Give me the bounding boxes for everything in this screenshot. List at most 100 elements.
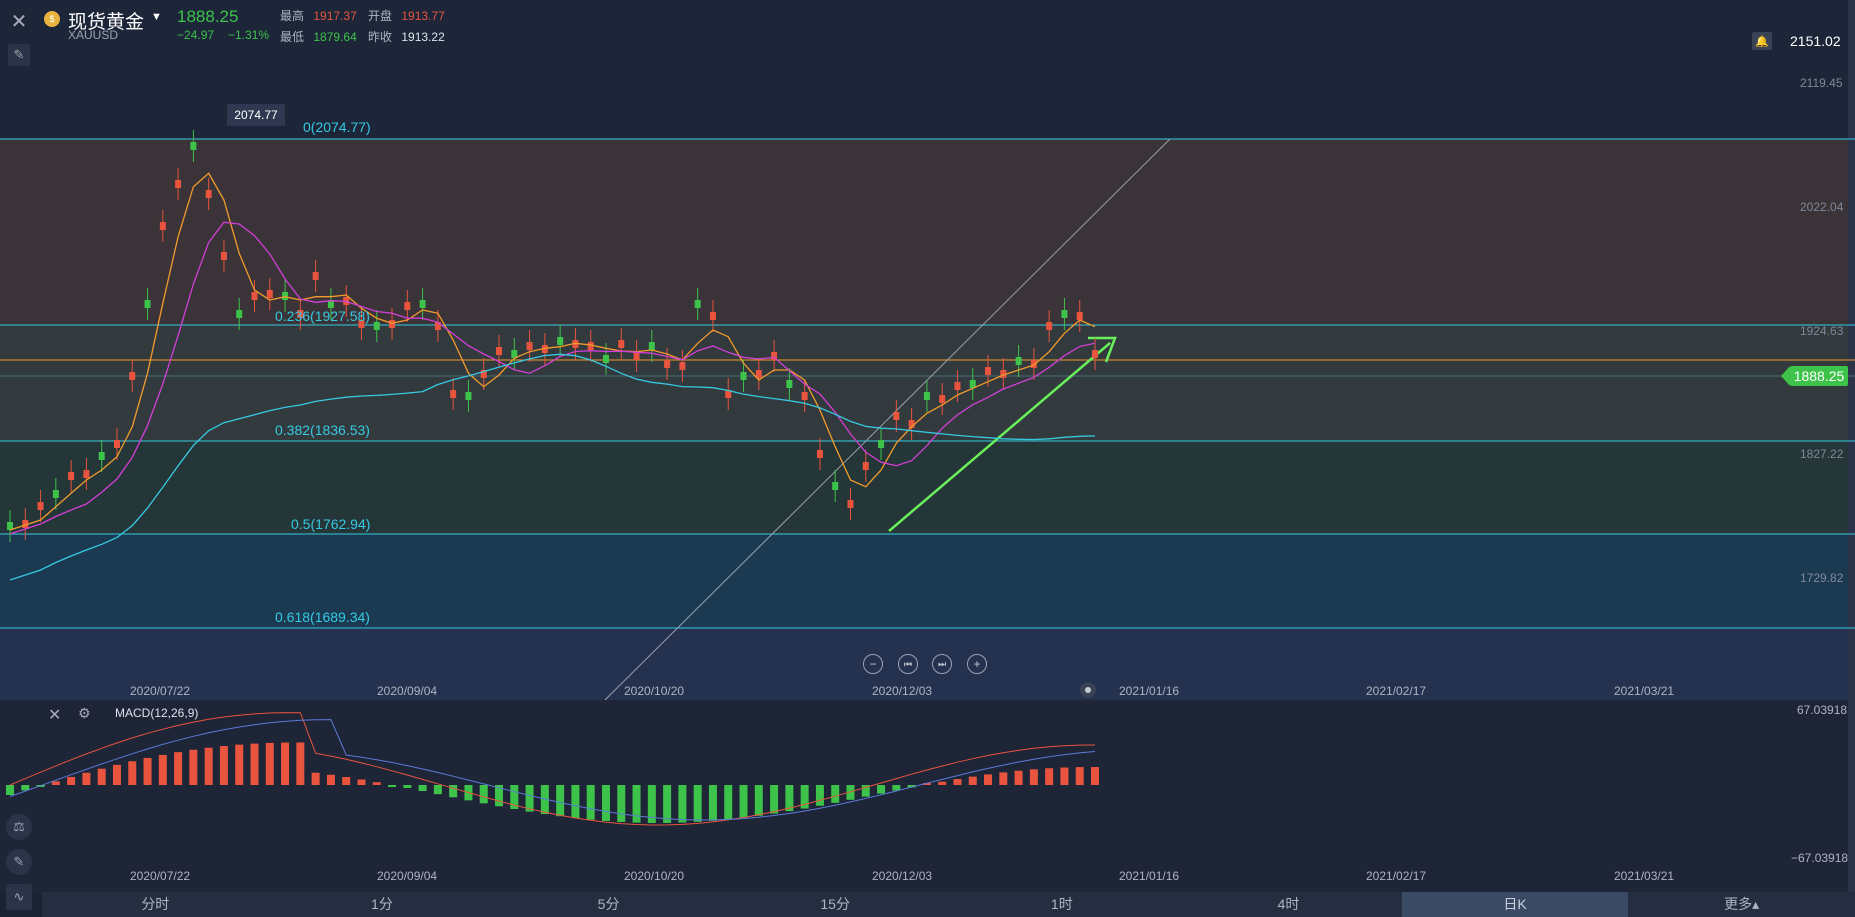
line-tool-icon[interactable]: ∿ bbox=[6, 884, 32, 910]
macd-x-date: 2021/02/17 bbox=[1366, 869, 1427, 883]
y-axis-label: 2119.45 bbox=[1800, 76, 1843, 90]
zoom-out-button[interactable]: − bbox=[863, 654, 883, 674]
candle-body bbox=[83, 470, 90, 478]
candle-body bbox=[312, 272, 319, 280]
draw-tool-icon[interactable]: ✎ bbox=[8, 44, 30, 66]
candle-body bbox=[694, 300, 701, 308]
instrument-symbol: XAUUSD bbox=[68, 28, 119, 42]
candle-body bbox=[419, 300, 426, 308]
close-indicator-icon[interactable]: ✕ bbox=[48, 705, 61, 725]
tab-1hour[interactable]: 1时 bbox=[949, 892, 1176, 917]
fib-label-618: 0.618(1689.34) bbox=[275, 609, 370, 625]
candle-body bbox=[1046, 322, 1053, 330]
scroll-back-button[interactable]: ⏮ bbox=[898, 654, 918, 674]
candle-body bbox=[190, 142, 197, 150]
tab-1min[interactable]: 1分 bbox=[269, 892, 496, 917]
candle-body bbox=[557, 337, 564, 345]
macd-bar bbox=[281, 742, 290, 785]
bell-icon[interactable]: 🔔 bbox=[1752, 32, 1772, 50]
y-axis-label: 1827.22 bbox=[1800, 447, 1844, 461]
candle-body bbox=[373, 322, 380, 330]
candle-body bbox=[266, 290, 273, 298]
chart-app: ✕ $ 现货黄金 ▼ XAUUSD 1888.25 −24.97 −1.31% … bbox=[0, 0, 1855, 917]
scroll-forward-button[interactable]: ⏭ bbox=[932, 654, 952, 674]
candle-body bbox=[282, 292, 289, 300]
macd-bar bbox=[892, 785, 901, 791]
x-axis-date: 2020/12/03 bbox=[872, 684, 933, 698]
low-stat: 最低 1879.64 bbox=[280, 28, 357, 45]
candle-body bbox=[144, 300, 151, 308]
candle-body bbox=[648, 342, 655, 350]
candle-body bbox=[52, 490, 59, 498]
macd-bar bbox=[342, 777, 351, 785]
tab-more[interactable]: 更多▴ bbox=[1628, 892, 1855, 917]
candle-body bbox=[954, 382, 961, 390]
candle-body bbox=[220, 252, 227, 260]
macd-bar bbox=[128, 761, 137, 785]
tab-15min[interactable]: 15分 bbox=[722, 892, 949, 917]
y-axis-label: 1924.63 bbox=[1800, 324, 1844, 338]
candle-body bbox=[496, 347, 503, 355]
macd-bar bbox=[601, 785, 610, 822]
candle-body bbox=[1061, 310, 1068, 318]
macd-bar bbox=[326, 774, 335, 785]
macd-x-date: 2020/09/04 bbox=[377, 869, 438, 883]
prev-value: 1913.22 bbox=[401, 30, 445, 44]
gold-coin-icon: $ bbox=[44, 11, 60, 27]
tab-intraday[interactable]: 分时 bbox=[42, 892, 269, 917]
main-chart[interactable] bbox=[0, 0, 1855, 917]
pen-tool-icon[interactable]: ✎ bbox=[6, 849, 32, 875]
tab-5min[interactable]: 5分 bbox=[495, 892, 722, 917]
fib-label-236: 0.236(1927.58) bbox=[275, 308, 370, 324]
zoom-in-button[interactable]: + bbox=[967, 654, 987, 674]
header: ✕ $ 现货黄金 ▼ XAUUSD 1888.25 −24.97 −1.31% … bbox=[0, 0, 1855, 48]
macd-bar bbox=[1014, 770, 1023, 785]
macd-title: MACD(12,26,9) bbox=[115, 706, 199, 720]
high-stat: 最高 1917.37 bbox=[280, 7, 357, 24]
high-label: 最高 bbox=[280, 9, 305, 23]
macd-bar bbox=[556, 785, 565, 817]
settings-icon[interactable]: ⚙ bbox=[78, 705, 91, 722]
macd-bar bbox=[831, 785, 840, 803]
macd-axis-top: 67.03918 bbox=[1797, 703, 1848, 717]
candle-body bbox=[68, 472, 75, 480]
macd-bar bbox=[984, 774, 993, 785]
candle-body bbox=[847, 500, 854, 508]
macd-bar bbox=[678, 785, 687, 823]
macd-bar bbox=[693, 785, 702, 822]
open-value: 1913.77 bbox=[401, 9, 445, 23]
y-axis-label: 1729.82 bbox=[1800, 571, 1844, 585]
tab-daily[interactable]: 日K bbox=[1401, 892, 1629, 917]
close-icon[interactable]: ✕ bbox=[6, 8, 32, 34]
macd-bar bbox=[877, 785, 886, 794]
scroll-handle[interactable] bbox=[1080, 682, 1096, 698]
candle-body bbox=[37, 502, 44, 510]
tab-4hour[interactable]: 4时 bbox=[1175, 892, 1402, 917]
candle-body bbox=[113, 440, 120, 448]
candle-body bbox=[251, 292, 258, 300]
candle-body bbox=[664, 360, 671, 368]
candle-body bbox=[786, 380, 793, 388]
right-scrollbar bbox=[1848, 0, 1855, 892]
x-axis-date: 2021/03/21 bbox=[1614, 684, 1675, 698]
macd-bar bbox=[1029, 769, 1038, 785]
candle-body bbox=[939, 395, 946, 403]
x-axis-date: 2020/09/04 bbox=[377, 684, 438, 698]
macd-bar bbox=[739, 785, 748, 818]
chevron-down-icon[interactable]: ▼ bbox=[151, 11, 162, 23]
y-axis-label: 2022.04 bbox=[1800, 200, 1844, 214]
candle-body bbox=[801, 392, 808, 400]
fib-label-382: 0.382(1836.53) bbox=[275, 422, 370, 438]
candle-body bbox=[450, 390, 457, 398]
macd-bar bbox=[708, 785, 717, 821]
macd-x-date: 2021/03/21 bbox=[1614, 869, 1675, 883]
scroll-handle-dot bbox=[1085, 687, 1091, 693]
prev-stat: 昨收 1913.22 bbox=[368, 28, 445, 45]
macd-bar bbox=[479, 785, 488, 804]
candle-body bbox=[740, 372, 747, 380]
x-axis-date: 2021/01/16 bbox=[1119, 684, 1180, 698]
candle-body bbox=[236, 310, 243, 318]
macd-bar bbox=[112, 764, 121, 785]
indicator-tool-icon[interactable]: ⚖ bbox=[6, 814, 32, 840]
macd-bar bbox=[21, 785, 30, 791]
